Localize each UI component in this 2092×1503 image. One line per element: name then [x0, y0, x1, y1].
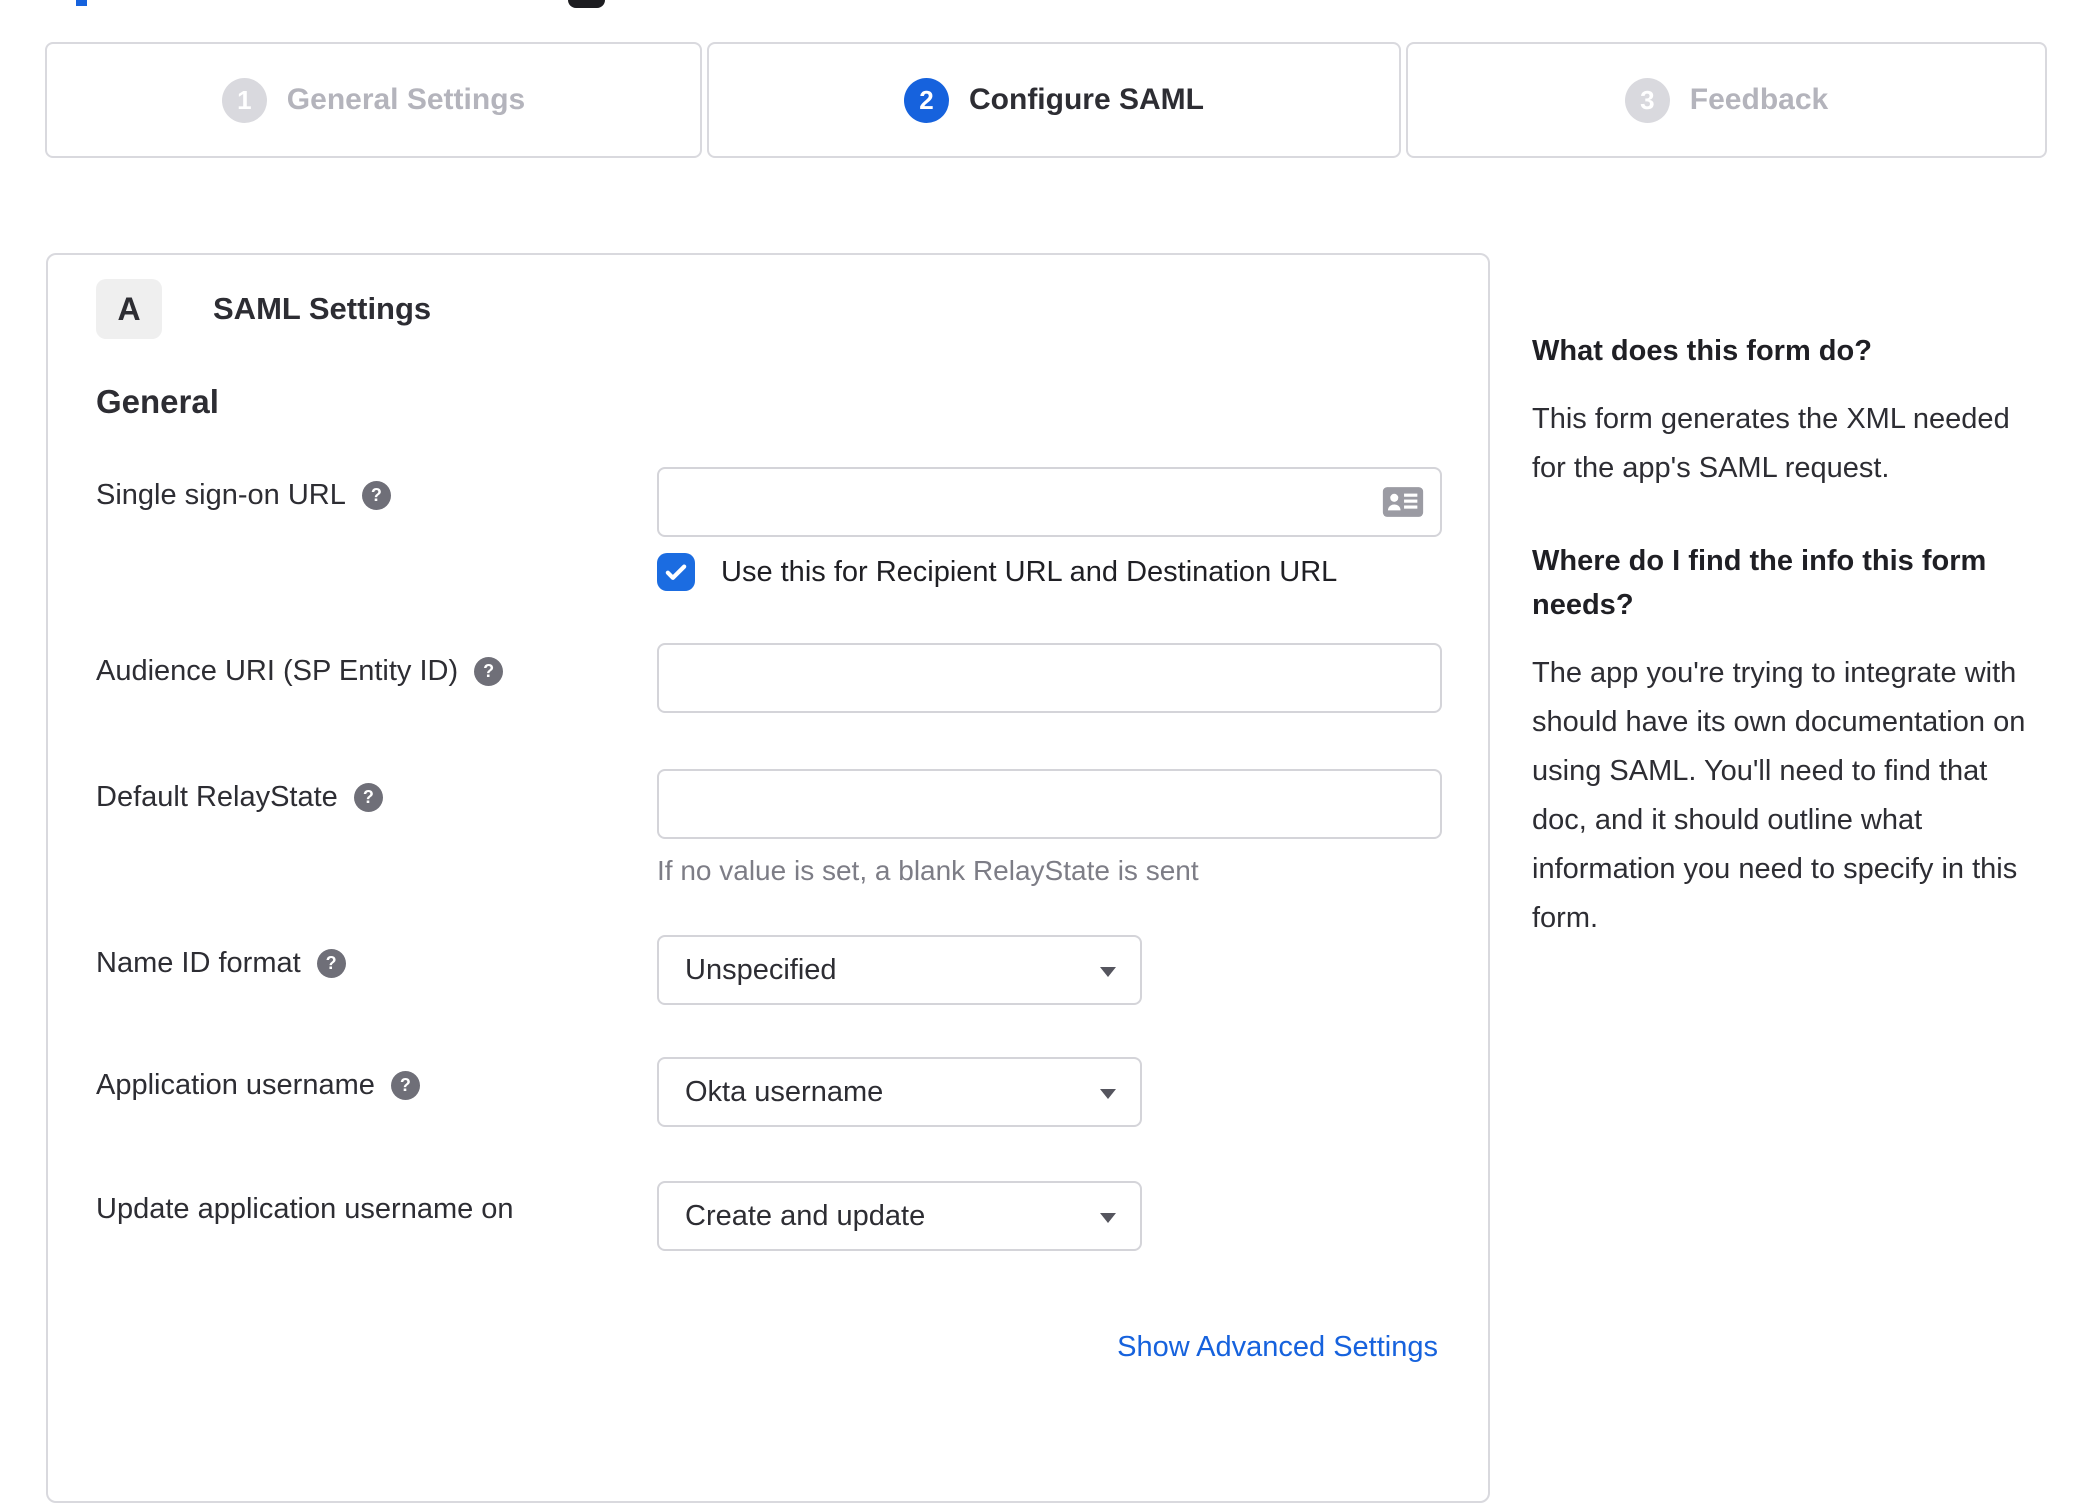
field-label: Audience URI (SP Entity ID) ?: [96, 643, 657, 688]
field-controls: Unspecified: [657, 935, 1440, 1005]
wizard-stepper: 1 General Settings 2 Configure SAML 3 Fe…: [45, 42, 2047, 158]
panel-title: SAML Settings: [213, 291, 432, 326]
field-label-text: Application username: [96, 1069, 375, 1101]
field-label: Single sign-on URL ?: [96, 467, 657, 512]
advanced-settings-row: Show Advanced Settings: [96, 1331, 1440, 1364]
field-controls: Create and update: [657, 1181, 1440, 1251]
page-title-fragment: [76, 0, 87, 6]
chevron-down-icon: [1100, 967, 1116, 977]
section-a-badge: A: [96, 279, 162, 339]
field-label: Name ID format ?: [96, 935, 657, 980]
audience-uri-input[interactable]: [657, 643, 1442, 713]
step-label: General Settings: [286, 83, 526, 116]
sidebar-section-what: What does this form do? This form genera…: [1532, 329, 2037, 493]
field-row-audience-uri: Audience URI (SP Entity ID) ?: [96, 643, 1442, 713]
panel-header: A SAML Settings: [96, 279, 1440, 339]
window-icon-fragment: [568, 0, 605, 8]
field-label-text: Default RelayState: [96, 781, 338, 813]
checkmark-icon: [665, 564, 687, 580]
single-sign-on-url-input[interactable]: [657, 467, 1442, 537]
field-row-name-id-format: Name ID format ? Unspecified: [96, 935, 1440, 1005]
contact-card-icon: [1382, 487, 1424, 517]
step-label: Configure SAML: [969, 83, 1204, 116]
help-icon[interactable]: ?: [353, 783, 383, 812]
field-row-application-username: Application username ? Okta username: [96, 1057, 1440, 1127]
field-label: Default RelayState ?: [96, 769, 657, 814]
help-sidebar: What does this form do? This form genera…: [1532, 329, 2037, 943]
recipient-url-checkbox-row: Use this for Recipient URL and Destinati…: [657, 553, 1442, 591]
step-number-badge: 1: [221, 77, 267, 123]
relaystate-helper-text: If no value is set, a blank RelayState i…: [657, 855, 1199, 886]
step-number-badge: 2: [904, 77, 949, 123]
name-id-format-select[interactable]: Unspecified: [657, 935, 1142, 1005]
step-feedback[interactable]: 3 Feedback: [1406, 42, 2047, 158]
field-label-text: Single sign-on URL: [96, 479, 346, 511]
help-icon[interactable]: ?: [390, 1071, 420, 1100]
step-configure-saml[interactable]: 2 Configure SAML: [707, 42, 1401, 158]
sidebar-heading: What does this form do?: [1532, 335, 1872, 367]
select-value: Unspecified: [685, 953, 837, 986]
step-general-settings[interactable]: 1 General Settings: [45, 42, 702, 158]
step-number-badge: 3: [1624, 77, 1670, 123]
recipient-url-checkbox-label: Use this for Recipient URL and Destinati…: [721, 555, 1338, 588]
saml-settings-panel: A SAML Settings General Single sign-on U…: [46, 253, 1490, 1503]
field-label: Application username ?: [96, 1057, 657, 1102]
field-controls: [657, 643, 1442, 713]
show-advanced-settings-link[interactable]: Show Advanced Settings: [1117, 1331, 1438, 1363]
chevron-down-icon: [1100, 1089, 1116, 1099]
general-section-heading: General: [96, 383, 219, 420]
field-row-update-application-username: Update application username on Create an…: [96, 1181, 1440, 1251]
field-label-text: Update application username on: [96, 1193, 514, 1225]
field-label-text: Name ID format: [96, 947, 301, 979]
sidebar-section-where: Where do I find the info this form needs…: [1532, 539, 2037, 943]
field-controls: If no value is set, a blank RelayState i…: [657, 769, 1442, 887]
field-row-single-sign-on-url: Single sign-on URL ? Use this for Recipi…: [96, 467, 1442, 591]
sidebar-heading: Where do I find the info this form needs…: [1532, 545, 1987, 621]
field-row-default-relaystate: Default RelayState ? If no value is set,…: [96, 769, 1442, 887]
help-icon[interactable]: ?: [474, 657, 504, 686]
chevron-down-icon: [1100, 1213, 1116, 1223]
field-controls: Use this for Recipient URL and Destinati…: [657, 467, 1442, 591]
application-username-select[interactable]: Okta username: [657, 1057, 1142, 1127]
update-application-username-select[interactable]: Create and update: [657, 1181, 1142, 1251]
field-controls: Okta username: [657, 1057, 1440, 1127]
default-relaystate-input[interactable]: [657, 769, 1442, 839]
help-icon[interactable]: ?: [316, 949, 346, 978]
field-label: Update application username on: [96, 1181, 657, 1226]
help-icon[interactable]: ?: [361, 481, 391, 510]
sidebar-body: The app you're trying to integrate with …: [1532, 657, 2026, 934]
recipient-url-checkbox[interactable]: [657, 553, 695, 591]
single-sign-on-url-input-wrap: [657, 467, 1442, 537]
field-label-text: Audience URI (SP Entity ID): [96, 655, 459, 687]
select-value: Create and update: [685, 1199, 926, 1232]
sidebar-body: This form generates the XML needed for t…: [1532, 403, 2010, 484]
step-label: Feedback: [1689, 83, 1829, 116]
select-value: Okta username: [685, 1075, 884, 1108]
